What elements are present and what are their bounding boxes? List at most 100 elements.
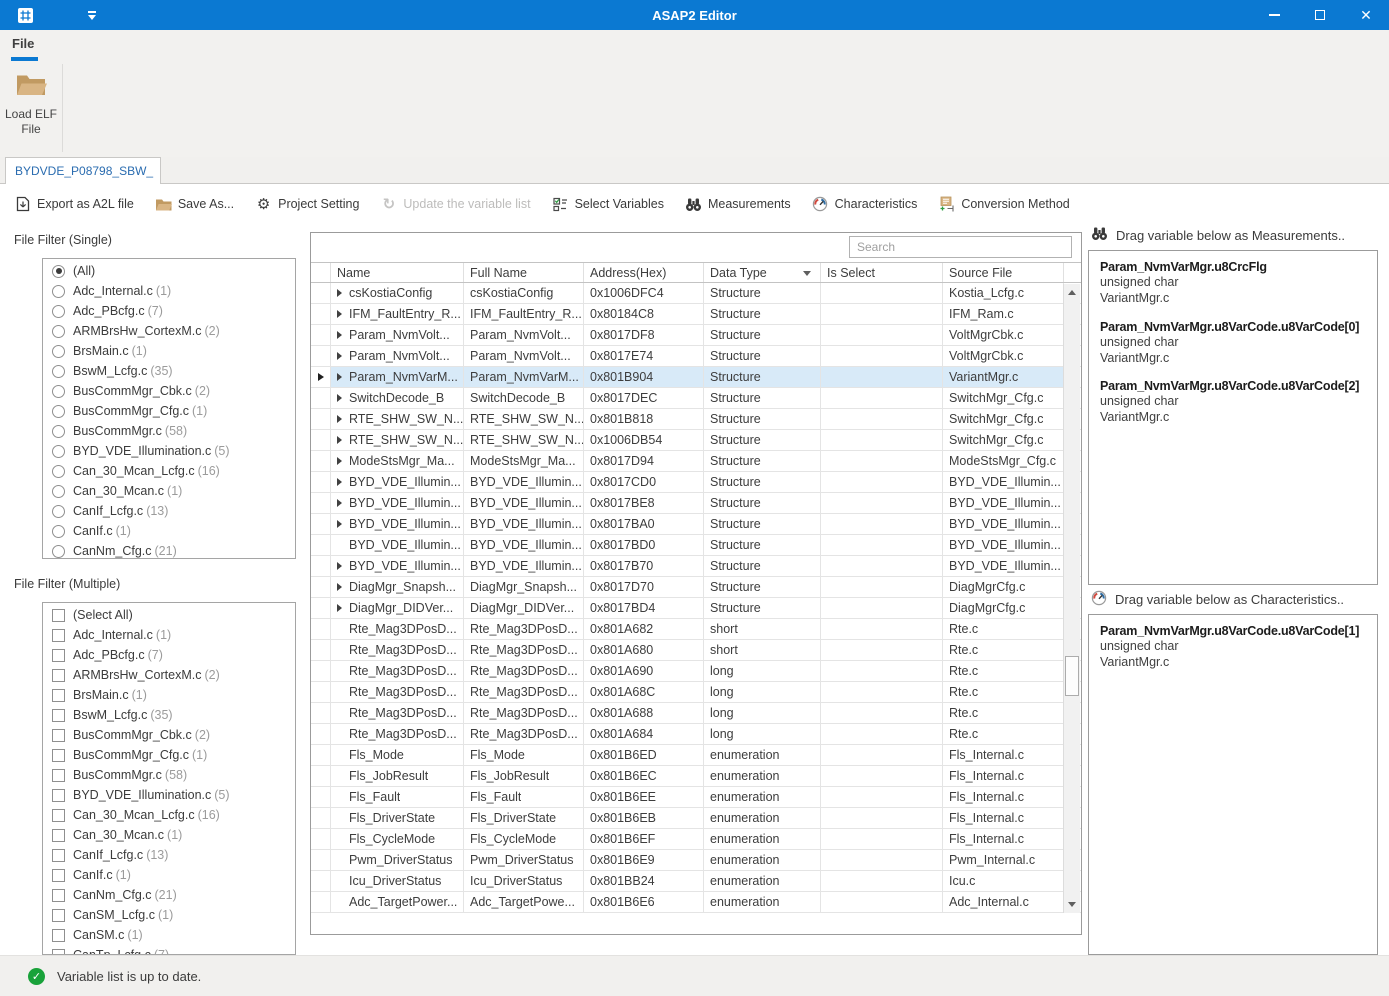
data-type-cell[interactable]: enumeration (704, 871, 821, 891)
source-file-cell[interactable]: BYD_VDE_Illumin... (943, 556, 1064, 576)
name-cell[interactable]: Rte_Mag3DPosD... (331, 661, 464, 681)
expander-icon[interactable] (337, 415, 342, 423)
checkbox[interactable] (52, 709, 65, 722)
file-filter-multiple-option[interactable]: BYD_VDE_Illumination.c(5) (43, 785, 295, 805)
file-filter-single-option[interactable]: BusCommMgr_Cbk.c(2) (43, 381, 295, 401)
name-cell[interactable]: RTE_SHW_SW_N... (331, 409, 464, 429)
is-select-cell[interactable] (821, 346, 943, 366)
table-row[interactable]: BYD_VDE_Illumin... BYD_VDE_Illumin... 0x… (311, 514, 1081, 535)
file-filter-single-option[interactable]: CanNm_Cfg.c(21) (43, 541, 295, 559)
data-type-cell[interactable]: long (704, 703, 821, 723)
full-name-cell[interactable]: DiagMgr_DIDVer... (464, 598, 584, 618)
name-cell[interactable]: Adc_TargetPower... (331, 892, 464, 912)
radio-button[interactable] (52, 365, 65, 378)
table-row[interactable]: Fls_Mode Fls_Mode 0x801B6ED enumeration … (311, 745, 1081, 766)
source-file-cell[interactable]: SwitchMgr_Cfg.c (943, 388, 1064, 408)
address-cell[interactable]: 0x801A680 (584, 640, 704, 660)
is-select-cell[interactable] (821, 325, 943, 345)
checkbox[interactable] (52, 629, 65, 642)
checkbox[interactable] (52, 909, 65, 922)
data-type-cell[interactable]: long (704, 682, 821, 702)
table-row[interactable]: ModeStsMgr_Ma... ModeStsMgr_Ma... 0x8017… (311, 451, 1081, 472)
measurements-button[interactable]: Measurements (685, 196, 791, 213)
search-input[interactable] (849, 236, 1072, 258)
file-filter-multiple-option[interactable]: CanNm_Cfg.c(21) (43, 885, 295, 905)
filter-dropdown-icon[interactable] (803, 271, 811, 276)
file-filter-single-option[interactable]: Adc_Internal.c(1) (43, 281, 295, 301)
expander-icon[interactable] (337, 331, 342, 339)
address-cell[interactable]: 0x801B6ED (584, 745, 704, 765)
row-selector-cell[interactable] (311, 388, 331, 408)
address-cell[interactable]: 0x8017CD0 (584, 472, 704, 492)
radio-button[interactable] (52, 425, 65, 438)
address-cell[interactable]: 0x8017D70 (584, 577, 704, 597)
is-select-cell[interactable] (821, 808, 943, 828)
table-row[interactable]: Icu_DriverStatus Icu_DriverStatus 0x801B… (311, 871, 1081, 892)
source-file-cell[interactable]: SwitchMgr_Cfg.c (943, 430, 1064, 450)
is-select-cell[interactable] (821, 451, 943, 471)
full-name-cell[interactable]: Param_NvmVolt... (464, 325, 584, 345)
address-cell[interactable]: 0x801B6EB (584, 808, 704, 828)
row-selector-cell[interactable] (311, 829, 331, 849)
data-type-cell[interactable]: enumeration (704, 766, 821, 786)
row-selector-cell[interactable] (311, 493, 331, 513)
name-cell[interactable]: BYD_VDE_Illumin... (331, 493, 464, 513)
file-filter-multiple-option[interactable]: BrsMain.c(1) (43, 685, 295, 705)
full-name-cell[interactable]: Rte_Mag3DPosD... (464, 640, 584, 660)
row-selector-cell[interactable] (311, 472, 331, 492)
file-menu-tab[interactable]: File (12, 36, 34, 51)
row-selector-cell[interactable] (311, 787, 331, 807)
name-cell[interactable]: Rte_Mag3DPosD... (331, 682, 464, 702)
table-row[interactable]: BYD_VDE_Illumin... BYD_VDE_Illumin... 0x… (311, 535, 1081, 556)
source-file-cell[interactable]: Icu.c (943, 871, 1064, 891)
source-file-cell[interactable]: SwitchMgr_Cfg.c (943, 409, 1064, 429)
source-file-cell[interactable]: VariantMgr.c (943, 367, 1064, 387)
is-select-cell[interactable] (821, 472, 943, 492)
row-selector-cell[interactable] (311, 892, 331, 912)
is-select-cell[interactable] (821, 556, 943, 576)
row-selector-cell[interactable] (311, 451, 331, 471)
name-cell[interactable]: Param_NvmVarM... (331, 367, 464, 387)
is-select-cell[interactable] (821, 304, 943, 324)
is-select-cell[interactable] (821, 871, 943, 891)
expander-icon[interactable] (337, 352, 342, 360)
data-type-cell[interactable]: Structure (704, 367, 821, 387)
table-row[interactable]: Rte_Mag3DPosD... Rte_Mag3DPosD... 0x801A… (311, 724, 1081, 745)
row-selector-cell[interactable] (311, 409, 331, 429)
radio-button[interactable] (52, 285, 65, 298)
file-filter-single-option[interactable]: BYD_VDE_Illumination.c(5) (43, 441, 295, 461)
table-row[interactable]: Fls_DriverState Fls_DriverState 0x801B6E… (311, 808, 1081, 829)
address-cell[interactable]: 0x8017DF8 (584, 325, 704, 345)
full-name-cell[interactable]: Rte_Mag3DPosD... (464, 703, 584, 723)
file-filter-single-option[interactable]: ARMBrsHw_CortexM.c(2) (43, 321, 295, 341)
address-cell[interactable]: 0x801A682 (584, 619, 704, 639)
file-filter-multiple-option[interactable]: ARMBrsHw_CortexM.c(2) (43, 665, 295, 685)
update-variable-list-button[interactable]: ↻ Update the variable list (380, 196, 530, 213)
full-name-cell[interactable]: ModeStsMgr_Ma... (464, 451, 584, 471)
is-select-cell[interactable] (821, 640, 943, 660)
table-row[interactable]: Fls_CycleMode Fls_CycleMode 0x801B6EF en… (311, 829, 1081, 850)
full-name-cell[interactable]: RTE_SHW_SW_N... (464, 409, 584, 429)
column-header-data-type[interactable]: Data Type (704, 263, 821, 282)
characteristic-variable-entry[interactable]: Param_NvmVarMgr.u8VarCode.u8VarCode[1] u… (1100, 624, 1366, 671)
data-type-cell[interactable]: Structure (704, 430, 821, 450)
checkbox[interactable] (52, 929, 65, 942)
file-filter-multiple-option[interactable]: CanSM.c(1) (43, 925, 295, 945)
data-type-cell[interactable]: Structure (704, 535, 821, 555)
source-file-cell[interactable]: Rte.c (943, 682, 1064, 702)
name-cell[interactable]: Fls_CycleMode (331, 829, 464, 849)
name-cell[interactable]: Rte_Mag3DPosD... (331, 724, 464, 744)
table-row[interactable]: Param_NvmVarM... Param_NvmVarM... 0x801B… (311, 367, 1081, 388)
table-row[interactable]: Rte_Mag3DPosD... Rte_Mag3DPosD... 0x801A… (311, 619, 1081, 640)
source-file-cell[interactable]: Rte.c (943, 640, 1064, 660)
source-file-cell[interactable]: Rte.c (943, 703, 1064, 723)
expander-icon[interactable] (337, 604, 342, 612)
characteristics-button[interactable]: Characteristics (812, 196, 918, 213)
radio-button[interactable] (52, 525, 65, 538)
file-filter-multiple-option[interactable]: BswM_Lcfg.c(35) (43, 705, 295, 725)
row-selector-cell[interactable] (311, 766, 331, 786)
address-cell[interactable]: 0x801A684 (584, 724, 704, 744)
address-cell[interactable]: 0x8017DEC (584, 388, 704, 408)
file-filter-single-option[interactable]: CanIf.c(1) (43, 521, 295, 541)
address-cell[interactable]: 0x801B6E6 (584, 892, 704, 912)
